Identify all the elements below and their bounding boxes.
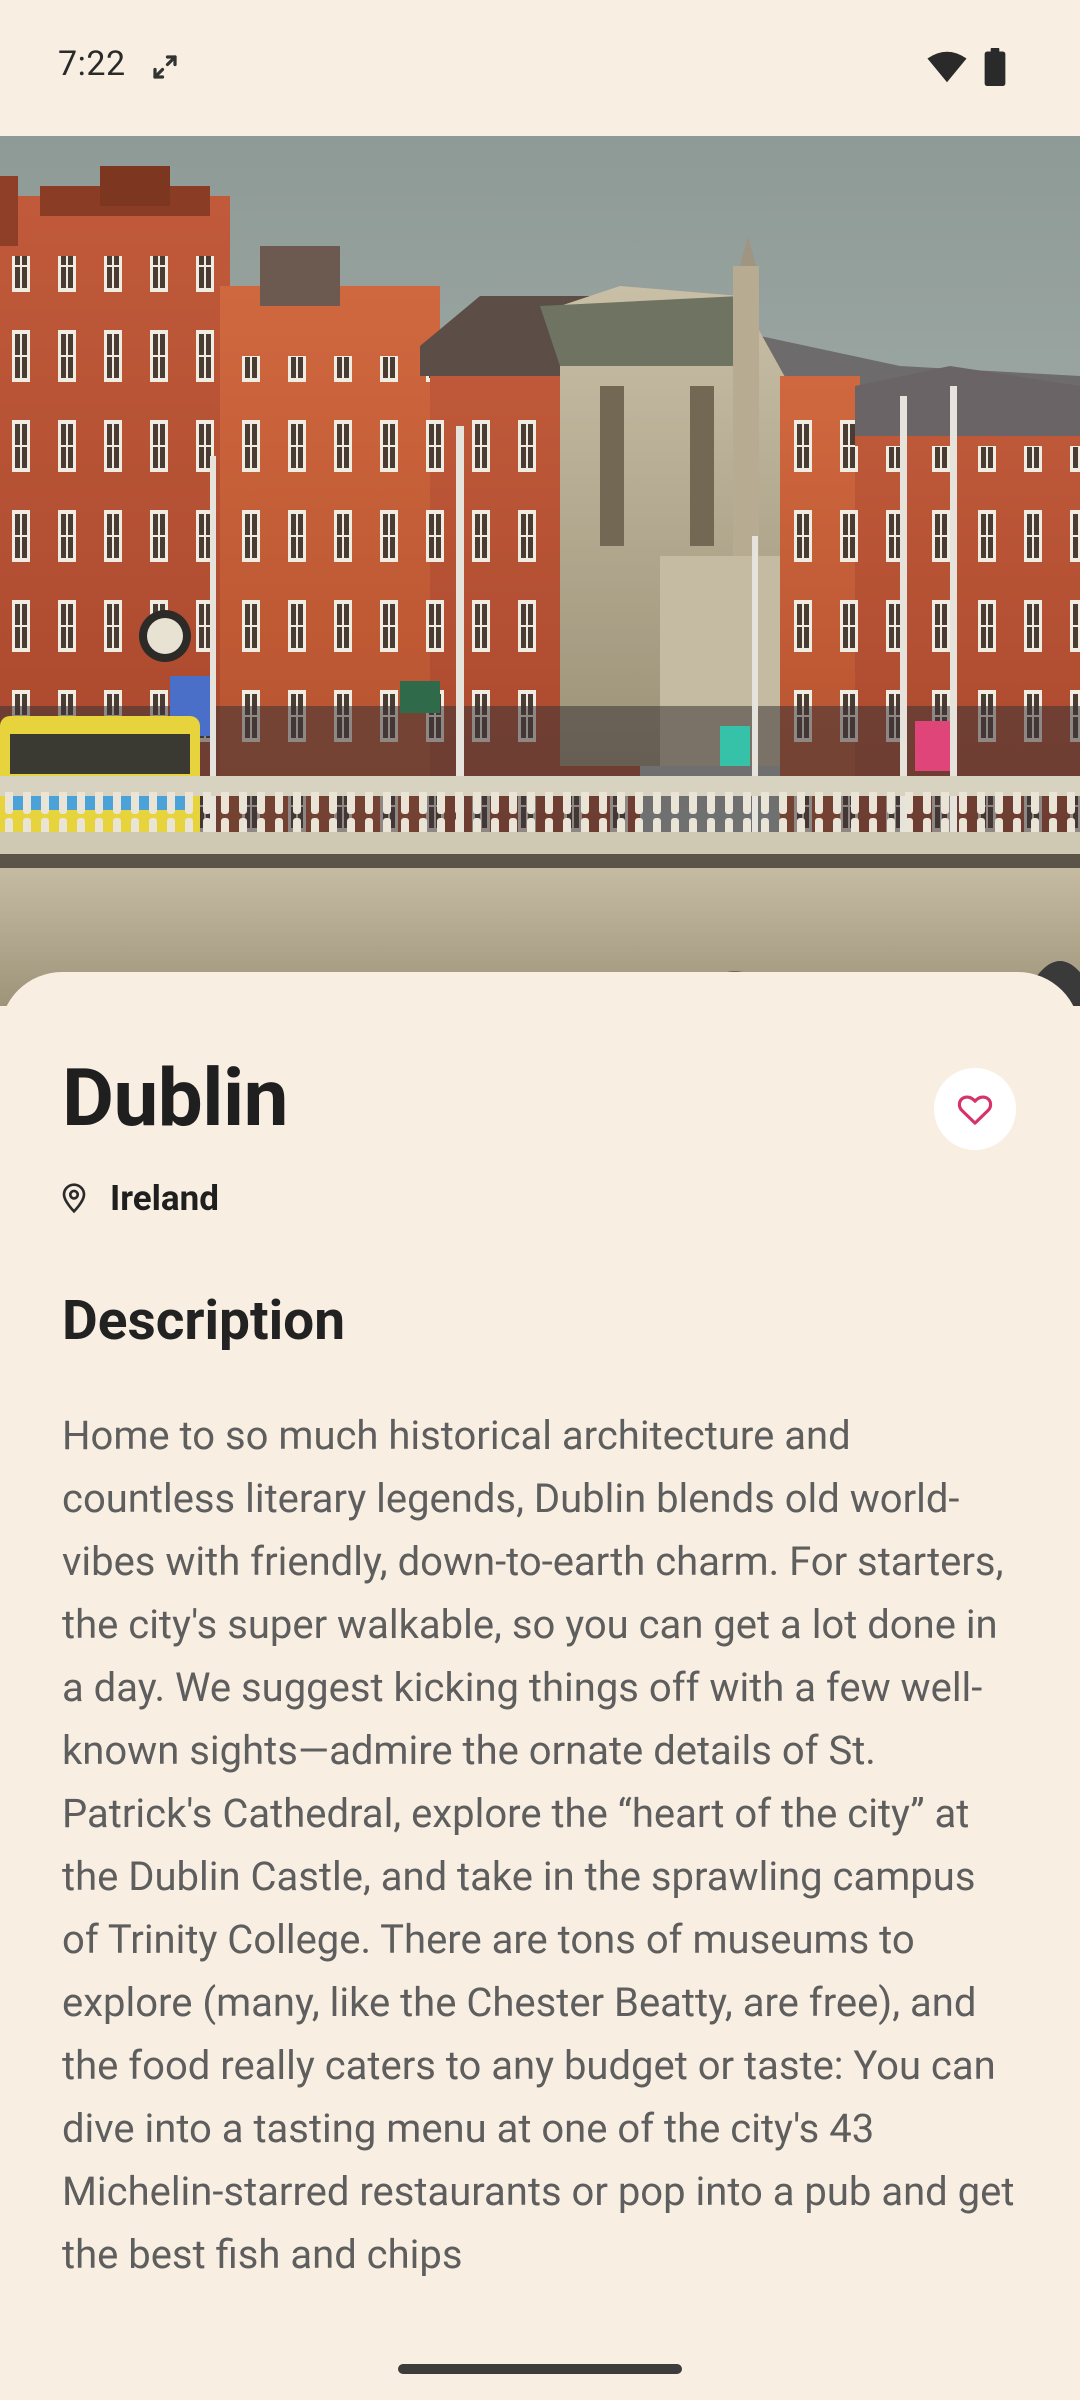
gesture-navigation-handle[interactable] <box>398 2364 682 2374</box>
status-time: 7:22 <box>58 44 126 84</box>
wifi-icon <box>927 51 967 83</box>
hero-image <box>0 136 1080 1006</box>
location-pin-icon <box>62 1183 86 1214</box>
description-heading: Description <box>62 1289 346 1353</box>
location-row: Ireland <box>58 1176 219 1220</box>
hero-illustration <box>0 136 1080 1006</box>
destination-title: Dublin <box>62 1051 288 1145</box>
description-text: Home to so much historical architecture … <box>62 1412 1015 2278</box>
status-bar: 7:22 <box>0 0 1080 136</box>
country-label: Ireland <box>110 1177 219 1219</box>
battery-icon <box>984 48 1006 86</box>
sync-icon <box>153 55 177 79</box>
favorite-button[interactable] <box>934 1068 1016 1150</box>
heart-outline-icon <box>957 1095 993 1125</box>
details-sheet: Dublin Ireland Description Home to so mu… <box>0 972 1080 2400</box>
